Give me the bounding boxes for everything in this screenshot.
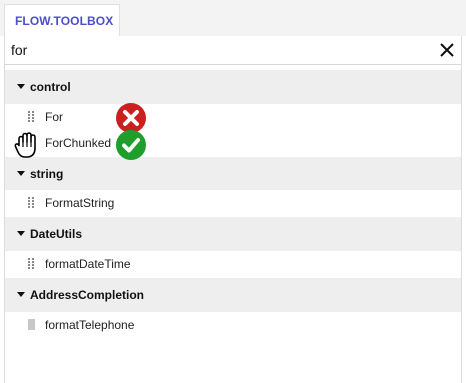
close-icon — [440, 43, 454, 57]
green-check-circle-icon — [116, 130, 146, 160]
caret-down-icon[interactable] — [17, 171, 25, 176]
block-label: ForChunked — [45, 136, 112, 150]
block-item-for[interactable]: For — [5, 104, 461, 130]
search-row — [5, 36, 461, 65]
grab-hand-cursor-icon — [14, 132, 36, 158]
category-control[interactable]: control — [5, 70, 461, 104]
block-item-formatdatetime[interactable]: formatDateTime — [5, 251, 461, 277]
block-item-forchunked[interactable]: ForChunked — [5, 130, 461, 156]
drag-grip-icon[interactable] — [28, 197, 37, 209]
block-label: For — [45, 110, 63, 124]
category-label: AddressCompletion — [30, 288, 145, 302]
clear-search-button[interactable] — [437, 40, 457, 60]
category-label: DateUtils — [30, 227, 83, 241]
tab-flow-toolbox[interactable]: FLOW.TOOLBOX — [4, 4, 120, 36]
category-label: string — [30, 167, 64, 181]
block-item-formatstring[interactable]: FormatString — [5, 190, 461, 216]
category-dateutils[interactable]: DateUtils — [5, 217, 461, 251]
tab-label: FLOW.TOOLBOX — [15, 14, 114, 28]
drag-grip-icon[interactable] — [28, 258, 37, 270]
drag-grip-icon[interactable] — [28, 319, 35, 330]
search-input[interactable] — [11, 39, 411, 61]
caret-down-icon[interactable] — [17, 292, 25, 297]
drag-grip-icon[interactable] — [28, 111, 37, 123]
toolbox-window: FLOW.TOOLBOX control For — [0, 0, 466, 383]
caret-down-icon[interactable] — [17, 231, 25, 236]
category-string[interactable]: string — [5, 157, 461, 191]
block-label: FormatString — [45, 196, 115, 210]
category-label: control — [30, 80, 71, 94]
category-addresscompletion[interactable]: AddressCompletion — [5, 278, 461, 312]
block-label: formatTelephone — [45, 318, 135, 332]
caret-down-icon[interactable] — [17, 84, 25, 89]
block-item-formattelephone[interactable]: formatTelephone — [5, 312, 461, 338]
tab-bar: FLOW.TOOLBOX — [0, 0, 466, 36]
block-label: formatDateTime — [45, 257, 131, 271]
panel-border-right — [461, 36, 462, 383]
